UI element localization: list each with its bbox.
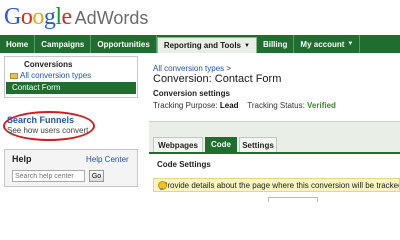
tracking-purpose-label: Tracking Purpose: (153, 101, 218, 110)
search-funnels-description: See how users convert (7, 126, 89, 135)
logo-letter: G (4, 4, 21, 30)
help-go-button[interactable]: Go (89, 170, 104, 182)
product-name: AdWords (74, 8, 149, 28)
nav-reporting-label: Reporting and Tools (163, 41, 241, 50)
tree-title: Conversions (24, 60, 73, 69)
tracking-purpose-value: Lead (219, 101, 239, 110)
google-wordmark: Google (4, 3, 72, 31)
help-search-input[interactable] (12, 170, 85, 182)
all-conversion-types-label: All conversion types (20, 71, 92, 80)
help-title: Help (12, 154, 32, 164)
info-message-text: Provide details about the page where thi… (162, 180, 400, 190)
tab-webpages[interactable]: Webpages (153, 137, 203, 152)
conversions-tree: Conversions All conversion types Contact… (4, 56, 138, 98)
page-title: Conversion: Contact Form (153, 73, 282, 85)
chevron-down-icon: ▼ (347, 41, 354, 47)
tracking-status-value: Verified (307, 101, 336, 110)
logo-letter: e (61, 4, 73, 30)
nav-campaigns-label: Campaigns (41, 39, 85, 49)
logo-letter: g (43, 4, 56, 30)
tracking-row: Tracking Purpose: Lead Tracking Status: … (153, 101, 336, 110)
all-conversion-types-link[interactable]: All conversion types (10, 71, 91, 80)
tab-code[interactable]: Code (205, 137, 237, 152)
logo-letter: o (32, 4, 44, 30)
nav-home[interactable]: Home (0, 35, 36, 53)
breadcrumb-link[interactable]: All conversion types (153, 64, 224, 73)
nav-reporting-and-tools[interactable]: Reporting and Tools ▼ (156, 37, 257, 53)
breadcrumb-separator: > (226, 64, 232, 73)
help-panel: Help Help Center Go (4, 149, 138, 187)
code-settings-heading: Code Settings (157, 160, 211, 169)
info-message: Provide details about the page where thi… (153, 178, 400, 192)
chevron-down-icon: ▼ (244, 42, 250, 49)
nav-my-account[interactable]: My account ▼ (294, 35, 361, 53)
content-input[interactable] (268, 197, 318, 202)
nav-billing-label: Billing (262, 39, 288, 49)
tree-item-contact-form[interactable]: Contact Form (6, 82, 136, 94)
logo-letter: o (20, 4, 33, 30)
nav-campaigns[interactable]: Campaigns (35, 35, 92, 53)
conversion-settings-heading: Conversion settings (153, 89, 230, 98)
help-center-link[interactable]: Help Center (86, 155, 129, 164)
breadcrumb: All conversion types > (153, 64, 231, 73)
nav-my-account-label: My account (300, 39, 345, 49)
tab-settings[interactable]: Settings (239, 137, 277, 152)
nav-opportunities-label: Opportunities (97, 39, 150, 49)
folder-icon (10, 72, 18, 79)
adwords-logo[interactable]: Google AdWords (4, 1, 148, 31)
nav-billing[interactable]: Billing (257, 35, 295, 53)
tracking-status-label: Tracking Status: (247, 101, 305, 110)
nav-opportunities[interactable]: Opportunities (91, 35, 157, 53)
nav-home-label: Home (6, 39, 29, 49)
main-nav: Home Campaigns Opportunities Reporting a… (0, 35, 400, 53)
search-funnels-link[interactable]: Search Funnels (7, 115, 74, 125)
